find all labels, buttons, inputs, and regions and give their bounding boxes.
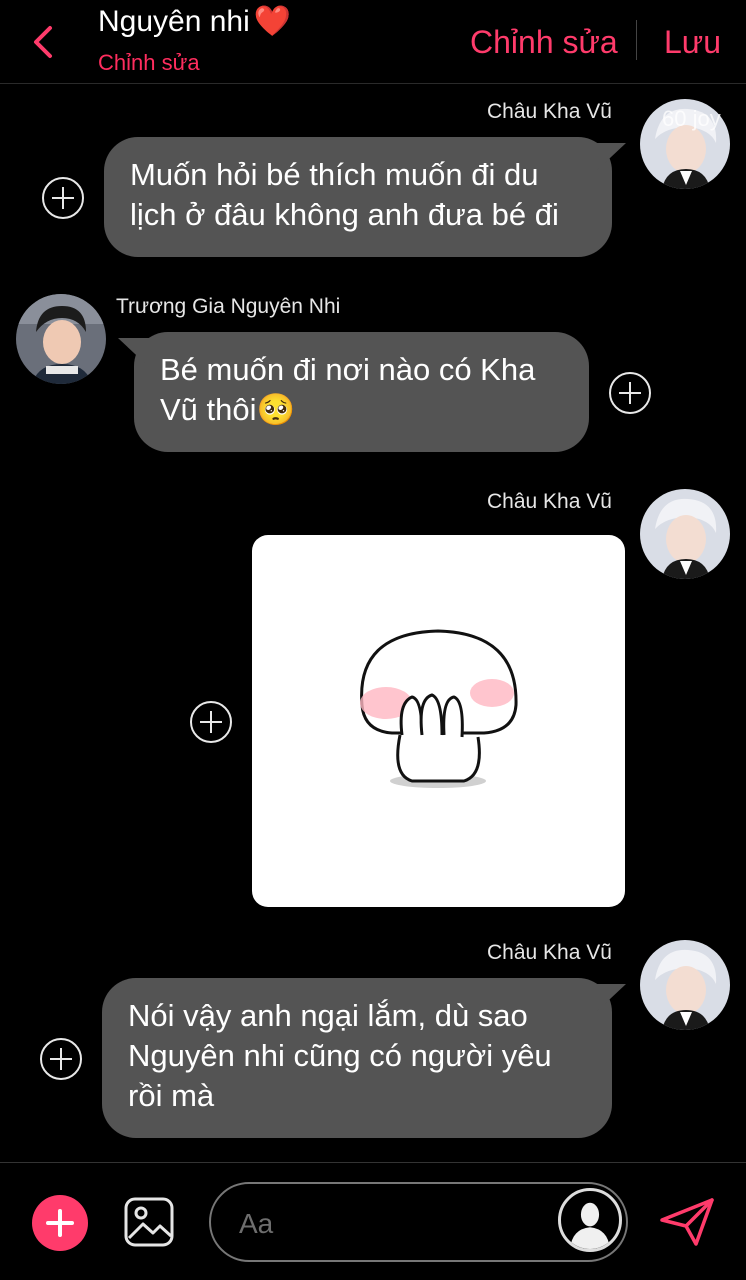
chat-title: Nguyên nhi ❤️	[98, 4, 291, 39]
avatar-chau-kha-vu[interactable]	[640, 940, 730, 1030]
sender-name: Châu Kha Vũ	[487, 100, 612, 123]
message-text: Nói vậy anh ngại lắm, dù sao Nguyên nhi …	[128, 998, 552, 1113]
chat-subtitle[interactable]: Chỉnh sửa	[98, 50, 200, 76]
message-input[interactable]	[239, 1204, 539, 1244]
add-reaction-button[interactable]	[40, 1038, 82, 1080]
message-text: Bé muốn đi nơi nào có Kha Vũ thôi🥺	[160, 352, 536, 427]
avatar-truong-gia-nguyen-nhi[interactable]	[16, 294, 106, 384]
add-reaction-button[interactable]	[609, 372, 651, 414]
image-gallery-icon[interactable]	[123, 1196, 175, 1248]
sticker-image[interactable]	[252, 535, 625, 907]
shy-bunny-sticker-icon	[360, 629, 518, 788]
watermark: 60 joy	[662, 106, 721, 131]
chat-header: Nguyên nhi ❤️ Chỉnh sửa Chỉnh sửa Lưu	[0, 0, 746, 84]
header-divider	[636, 20, 637, 60]
back-chevron-icon[interactable]	[26, 22, 62, 62]
message-bubble[interactable]: Nói vậy anh ngại lắm, dù sao Nguyên nhi …	[102, 978, 612, 1138]
heart-icon: ❤️	[253, 5, 292, 38]
message-bubble[interactable]: Bé muốn đi nơi nào có Kha Vũ thôi🥺	[134, 332, 589, 452]
composer-divider	[0, 1162, 746, 1163]
message-text: Muốn hỏi bé thích muốn đi du lịch ở đâu …	[130, 157, 559, 232]
send-icon[interactable]	[658, 1196, 716, 1248]
sender-name: Châu Kha Vũ	[487, 941, 612, 964]
message-bubble[interactable]: Muốn hỏi bé thích muốn đi du lịch ở đâu …	[104, 137, 612, 257]
add-reaction-button[interactable]	[190, 701, 232, 743]
avatar-chau-kha-vu[interactable]	[640, 489, 730, 579]
add-reaction-button[interactable]	[42, 177, 84, 219]
save-button[interactable]: Lưu	[664, 24, 721, 61]
message-input-container	[209, 1182, 628, 1262]
edit-button[interactable]: Chỉnh sửa	[470, 24, 618, 61]
sender-name: Châu Kha Vũ	[487, 490, 612, 513]
sender-name: Trương Gia Nguyên Nhi	[116, 295, 341, 318]
chat-title-text: Nguyên nhi	[98, 5, 250, 38]
person-silhouette-icon	[570, 1202, 610, 1249]
add-attachment-button[interactable]	[32, 1195, 88, 1251]
user-profile-button[interactable]	[558, 1188, 622, 1252]
